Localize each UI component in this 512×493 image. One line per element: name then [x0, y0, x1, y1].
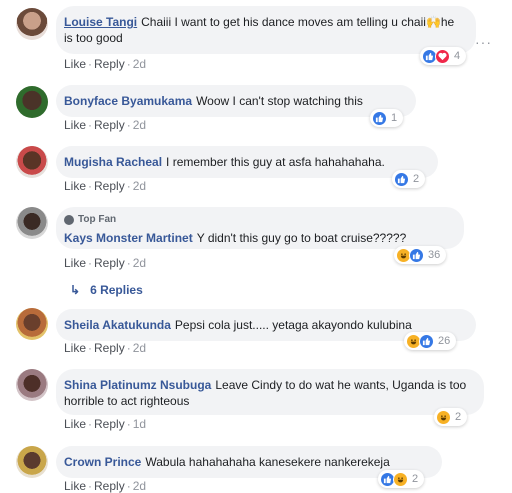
reaction-summary[interactable]: 4 [420, 47, 467, 65]
comment-bubble: Mugisha Racheal I remember this guy at as… [56, 146, 438, 178]
haha-reaction-icon [436, 409, 451, 425]
comment-author[interactable]: Bonyface Byamukama [64, 94, 192, 108]
view-replies-link[interactable]: ↳ 6 Replies [70, 283, 143, 297]
like-reaction-icon [409, 247, 424, 263]
reaction-summary[interactable]: 36 [394, 246, 447, 264]
comment-timestamp[interactable]: 2d [133, 341, 146, 355]
like-link[interactable]: Like [64, 118, 86, 132]
comment-author[interactable]: Crown Prince [64, 455, 141, 469]
reply-link[interactable]: Reply [94, 417, 125, 431]
like-reaction-icon [419, 333, 434, 349]
comment-text: Y didn't this guy go to boat cruise????? [196, 231, 407, 245]
reaction-summary[interactable]: 2 [434, 408, 468, 426]
top-fan-badge: Top Fan [64, 212, 452, 228]
avatar[interactable] [16, 146, 48, 178]
comment-timestamp[interactable]: 1d [133, 417, 146, 431]
like-link[interactable]: Like [64, 256, 86, 270]
top-fan-label: Top Fan [78, 214, 117, 225]
like-link[interactable]: Like [64, 57, 86, 71]
comment-author[interactable]: Louise Tangi [64, 15, 137, 29]
avatar[interactable] [16, 369, 48, 401]
avatar[interactable] [16, 8, 48, 40]
reaction-count: 2 [413, 173, 420, 185]
comment-timestamp[interactable]: 2d [133, 57, 146, 71]
comment-actions: Like · Reply · 2d [64, 179, 147, 193]
reaction-count: 4 [454, 50, 461, 62]
comment-text: Wabula hahahahaha kanesekere nankerekeja [145, 455, 390, 469]
like-link[interactable]: Like [64, 341, 86, 355]
comment-timestamp[interactable]: 2d [133, 179, 146, 193]
love-reaction-icon [435, 48, 450, 64]
comment-author[interactable]: Kays Monster Martinet [64, 231, 193, 245]
reaction-count: 36 [428, 249, 441, 261]
reply-link[interactable]: Reply [94, 57, 125, 71]
like-reaction-icon [372, 110, 387, 126]
reaction-count: 2 [455, 411, 462, 423]
comment-timestamp[interactable]: 2d [133, 479, 146, 493]
reaction-summary[interactable]: 1 [370, 109, 404, 127]
like-link[interactable]: Like [64, 479, 86, 493]
comment-text: I remember this guy at asfa hahahahaha. [166, 155, 385, 169]
reply-arrow-icon: ↳ [70, 283, 81, 297]
comment-author[interactable]: Shina Platinumz Nsubuga [64, 378, 211, 392]
comment-timestamp[interactable]: 2d [133, 118, 146, 132]
reaction-count: 1 [391, 112, 398, 124]
like-link[interactable]: Like [64, 179, 86, 193]
reaction-summary[interactable]: 26 [404, 332, 457, 350]
reaction-summary[interactable]: 2 [378, 470, 425, 488]
comment-bubble: Shina Platinumz Nsubuga Leave Cindy to do… [56, 369, 484, 415]
reply-link[interactable]: Reply [94, 341, 125, 355]
like-link[interactable]: Like [64, 417, 86, 431]
reply-link[interactable]: Reply [94, 118, 125, 132]
comment-text: Pepsi cola just..... yetaga akayondo kul… [174, 318, 412, 332]
comment-actions: Like · Reply · 2d [64, 341, 147, 355]
reply-link[interactable]: Reply [94, 256, 125, 270]
comment-actions: Like · Reply · 2d [64, 256, 147, 270]
comment-bubble: Louise Tangi Chaiii I want to get his dan… [56, 6, 476, 54]
replies-count-label: 6 Replies [90, 283, 143, 297]
comment-actions: Like · Reply · 2d [64, 479, 147, 493]
comment-bubble: Top Fan Kays Monster Martinet Y didn't th… [56, 207, 464, 249]
reaction-count: 2 [412, 473, 419, 485]
avatar[interactable] [16, 86, 48, 118]
avatar[interactable] [16, 446, 48, 478]
comment-actions: Like · Reply · 2d [64, 118, 147, 132]
comment-timestamp[interactable]: 2d [133, 256, 146, 270]
comment-author[interactable]: Mugisha Racheal [64, 155, 162, 169]
like-reaction-icon [394, 171, 409, 187]
comment-text: Woow I can't stop watching this [196, 94, 363, 108]
avatar[interactable] [16, 207, 48, 239]
reply-link[interactable]: Reply [94, 479, 125, 493]
top-fan-icon [64, 215, 74, 225]
comment-bubble: Bonyface Byamukama Woow I can't stop watc… [56, 85, 416, 117]
reaction-summary[interactable]: 2 [392, 170, 426, 188]
reply-link[interactable]: Reply [94, 179, 125, 193]
comment-author[interactable]: Sheila Akatukunda [64, 318, 171, 332]
comment-actions: Like · Reply · 2d [64, 57, 147, 71]
haha-reaction-icon [393, 471, 408, 487]
reaction-count: 26 [438, 335, 451, 347]
ellipsis-icon[interactable]: ··· [475, 34, 492, 50]
avatar[interactable] [16, 308, 48, 340]
comment-actions: Like · Reply · 1d [64, 417, 147, 431]
